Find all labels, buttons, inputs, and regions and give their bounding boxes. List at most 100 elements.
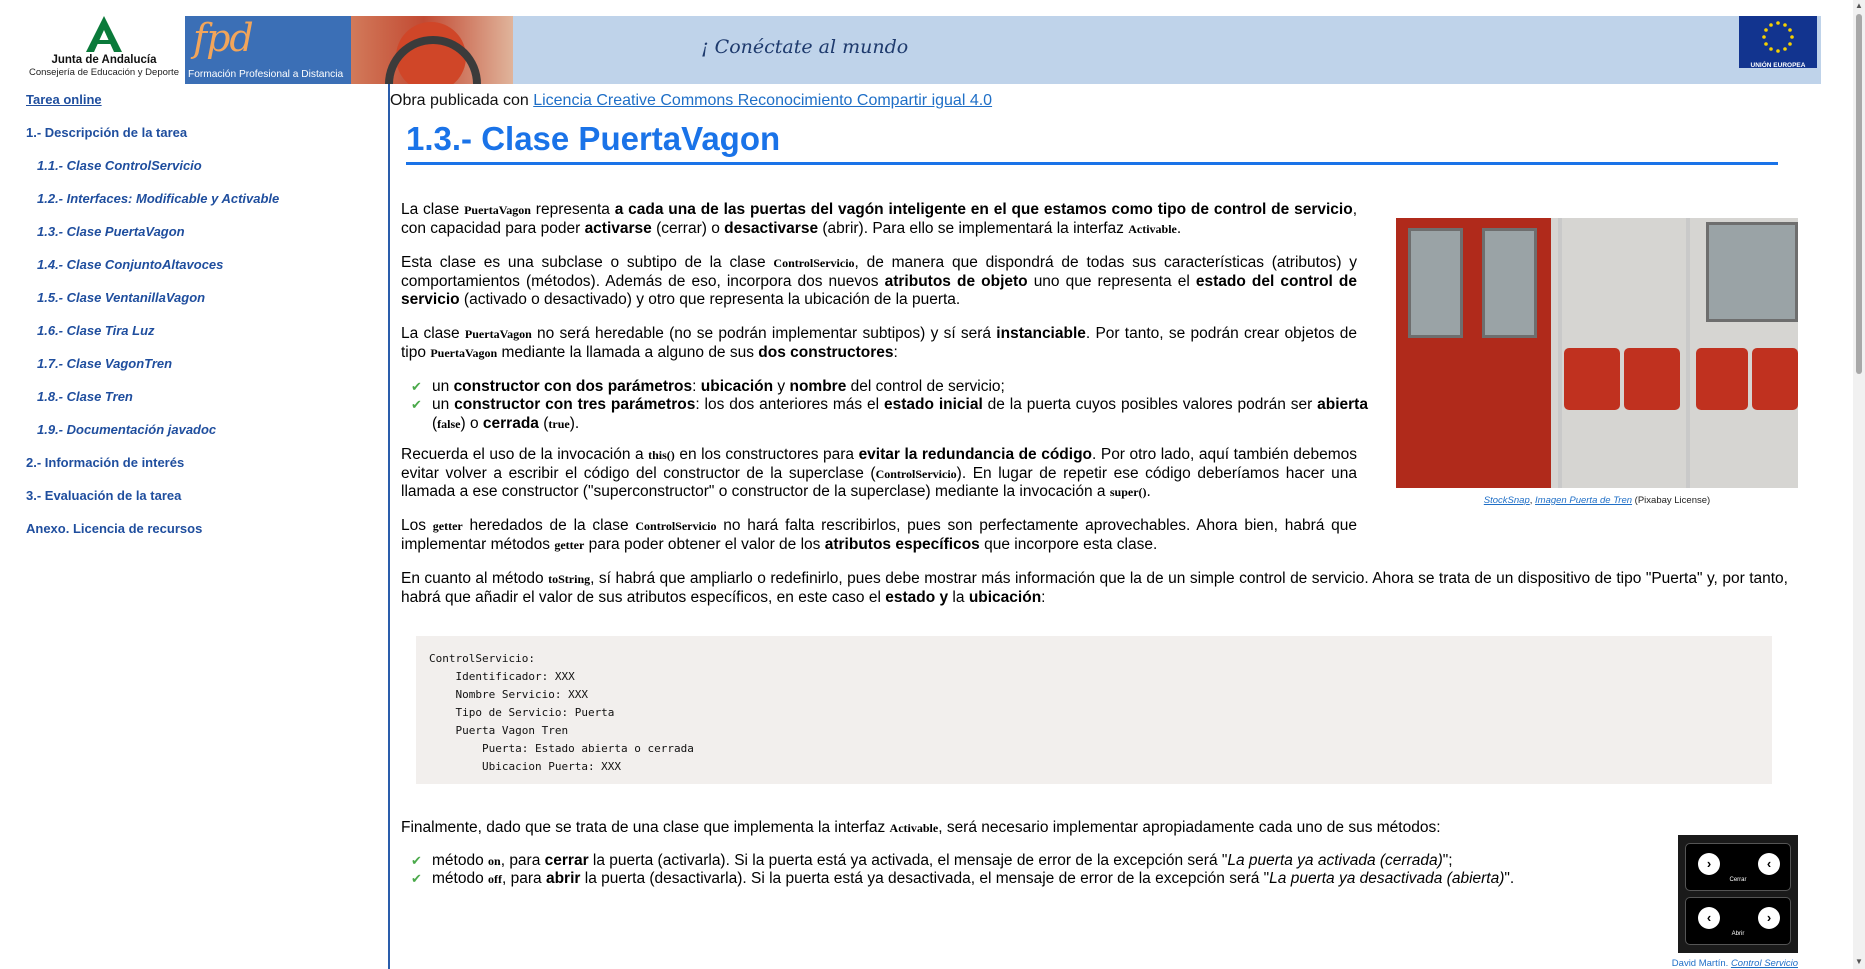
sidebar-item-anexo[interactable]: Anexo. Licencia de recursos <box>26 521 202 536</box>
text: ( <box>538 414 549 432</box>
abrir-label: Abrir <box>1731 931 1745 937</box>
license-prefix: Obra publicada con <box>390 92 534 109</box>
text: ". <box>1504 870 1515 887</box>
bold-text: desactivarse <box>724 219 819 237</box>
text: la puerta (desactivarla). Si la puerta e… <box>580 870 1270 887</box>
bold-text: ubicación <box>700 378 774 395</box>
fpd-logo: fpd Formación Profesional a Distancia <box>185 16 351 84</box>
org-dept: Consejería de Educación y Deporte <box>29 67 179 78</box>
page-scrollbar[interactable]: ▲ ▼ <box>1853 0 1865 969</box>
bullet-constructor-dos: ✔ un constructor con dos parámetros: ubi… <box>411 378 1368 397</box>
code-term: PuertaVagon <box>464 327 532 341</box>
chevron-right-icon[interactable]: › <box>1758 907 1780 929</box>
bold-text: instanciable <box>996 325 1086 342</box>
text: "; <box>1442 852 1453 869</box>
bold-text: constructor con dos parámetros <box>453 378 693 395</box>
code-term: ControlServicio <box>773 256 855 270</box>
sidebar-item-controlservicio[interactable]: 1.1.- Clase ControlServicio <box>37 158 202 173</box>
code-term: Activable <box>1128 221 1177 236</box>
scroll-thumb[interactable] <box>1856 14 1862 374</box>
sidebar-item-puertavagon[interactable]: 1.3.- Clase PuertaVagon <box>37 224 185 239</box>
image-license: (Pixabay License) <box>1632 495 1711 506</box>
sidebar-item-tren[interactable]: 1.8.- Clase Tren <box>37 389 133 404</box>
header-banner: fpd Formación Profesional a Distancia ¡ … <box>185 16 1821 84</box>
widget-caption: David Martín. Control Servicio <box>1628 958 1798 969</box>
scroll-down-icon[interactable]: ▼ <box>1855 958 1863 966</box>
sidebar-item-interfaces[interactable]: 1.2.- Interfaces: Modificable y Activabl… <box>37 191 279 206</box>
code-term: ControlServicio <box>875 466 957 481</box>
image-author-link[interactable]: StockSnap <box>1484 495 1530 506</box>
carriage-window <box>1706 222 1798 322</box>
code-example: ControlServicio: Identificador: XXX Nomb… <box>429 652 694 773</box>
text: un <box>432 396 455 413</box>
license-link[interactable]: Licencia Creative Commons Reconocimiento… <box>533 92 992 109</box>
sidebar-item-descripcion[interactable]: 1.- Descripción de la tarea <box>26 125 187 140</box>
text: representa <box>530 201 615 218</box>
paragraph-this-super: Recuerda el uso de la invocación a this(… <box>401 446 1357 502</box>
junta-andalucia-mark-icon <box>86 16 122 52</box>
sidebar-item-conjuntoaltavoces[interactable]: 1.4.- Clase ConjuntoAltavoces <box>37 257 223 272</box>
bold-text: cerrar <box>544 852 589 869</box>
text: , para <box>502 870 546 887</box>
text: ) o <box>460 414 483 432</box>
widget-caption-title[interactable]: Control Servicio <box>1731 958 1798 969</box>
sidebar-item-tarea-online[interactable]: Tarea online <box>26 92 102 107</box>
code-term: super() <box>1109 485 1147 499</box>
text: (abrir). Para ello se implementará la in… <box>818 219 1129 237</box>
page-header: Junta de Andalucía Consejería de Educaci… <box>0 0 1865 84</box>
scroll-up-icon[interactable]: ▲ <box>1855 2 1863 10</box>
sidebar-item-ventanillavagon[interactable]: 1.5.- Clase VentanillaVagon <box>37 290 205 305</box>
fpd-logo-text: fpd <box>193 16 254 60</box>
image-caption: StockSnap, Imagen Puerta de Tren (Pixaba… <box>1483 495 1711 506</box>
bold-text: abrir <box>545 870 581 887</box>
text: para poder obtener el valor de los <box>584 535 825 553</box>
train-seat <box>1624 348 1680 410</box>
bold-text: abierta <box>1317 396 1368 413</box>
bold-text: dos constructores <box>758 343 894 361</box>
bold-text: evitar la redundancia de código <box>858 446 1093 463</box>
text: La clase <box>401 325 465 342</box>
sidebar-item-tiraluz[interactable]: 1.6.- Clase Tira Luz <box>37 323 155 338</box>
sidebar-item-vagontren[interactable]: 1.7.- Clase VagonTren <box>37 356 172 371</box>
text: que incorpore esta clase. <box>979 535 1158 553</box>
check-icon: ✔ <box>411 871 422 886</box>
banner-slogan: ¡ Conéctate al mundo <box>701 36 909 58</box>
text: . <box>1146 483 1151 500</box>
text: uno que representa el <box>1027 272 1196 290</box>
chevron-left-icon[interactable]: ‹ <box>1698 907 1720 929</box>
image-title-link[interactable]: Imagen Puerta de Tren <box>1535 495 1632 506</box>
bold-text: cerrada <box>482 414 539 432</box>
bullet-constructor-tres: ✔ un constructor con tres parámetros: lo… <box>411 396 1368 433</box>
headphones-photo <box>351 16 513 84</box>
bold-text: activarse <box>584 219 652 237</box>
license-line: Obra publicada con Licencia Creative Com… <box>390 92 992 110</box>
bold-text: nombre <box>789 378 847 395</box>
cerrar-label: Cerrar <box>1729 877 1747 883</box>
abrir-panel: ‹ › Abrir <box>1685 897 1791 945</box>
sidebar-item-javadoc[interactable]: 1.9.- Documentación javadoc <box>37 422 216 437</box>
door-window <box>1408 228 1463 338</box>
train-seat <box>1696 348 1748 410</box>
sidebar-item-evaluacion[interactable]: 3.- Evaluación de la tarea <box>26 488 181 503</box>
italic-text: La puerta ya activada (cerrada) <box>1227 852 1443 869</box>
train-door-image <box>1396 218 1798 488</box>
handrail <box>1686 218 1690 488</box>
text: Los <box>401 517 433 534</box>
control-servicio-widget: › ‹ Cerrar ‹ › Abrir <box>1678 835 1798 953</box>
bold-text: estado y <box>885 588 949 606</box>
text: , sí habrá que ampliarlo o redefinirlo, … <box>401 570 1788 606</box>
chevron-right-icon[interactable]: › <box>1698 853 1720 875</box>
org-name: Junta de Andalucía <box>51 54 157 66</box>
text: Recuerda el uso de la invocación a <box>401 446 649 463</box>
text: : <box>1041 588 1046 606</box>
check-icon: ✔ <box>411 853 422 868</box>
bold-text: constructor con tres parámetros <box>454 396 696 413</box>
text: la puerta (activarla). Si la puerta está… <box>588 852 1228 869</box>
text: la <box>948 588 969 606</box>
sidebar-item-informacion[interactable]: 2.- Información de interés <box>26 455 184 470</box>
text: En cuanto al método <box>401 570 549 587</box>
main-content: Obra publicada con Licencia Creative Com… <box>390 84 1853 969</box>
handrail <box>1558 218 1562 488</box>
chevron-left-icon[interactable]: ‹ <box>1758 853 1780 875</box>
text: Esta clase es una subclase o subtipo de … <box>401 254 774 271</box>
